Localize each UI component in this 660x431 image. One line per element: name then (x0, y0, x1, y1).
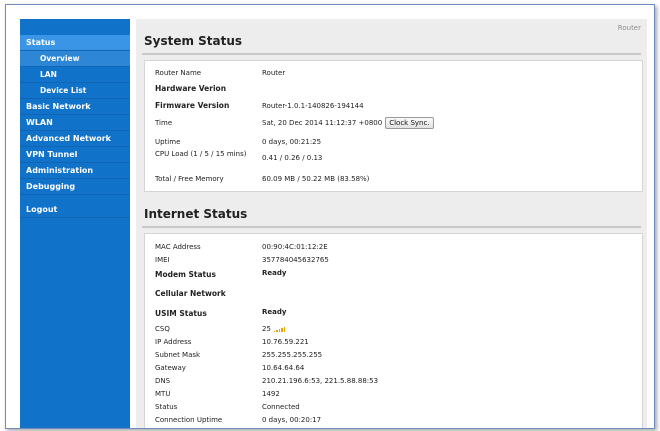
cellular-network-label: Cellular Network (155, 289, 226, 298)
time-value-wrap: Sat, 20 Dec 2014 11:12:37 +0800 Clock Syn… (262, 117, 434, 129)
clock-sync-button[interactable]: Clock Sync. (385, 117, 434, 129)
imei-value: 357784045632765 (262, 256, 329, 264)
mtu-label: MTU (155, 390, 171, 398)
internet-status-divider (142, 226, 641, 228)
mac-address-label: MAC Address (155, 243, 201, 251)
subnet-mask-value: 255.255.255.255 (262, 351, 323, 359)
memory-value: 60.09 MB / 50.22 MB (83.58%) (262, 175, 370, 183)
system-status-title: System Status (144, 34, 243, 48)
sidebar-item-overview[interactable]: Overview (20, 51, 130, 67)
internet-status-title: Internet Status (144, 207, 248, 221)
system-status-card: Router Name Router Hardware Verion Firmw… (144, 60, 643, 192)
status-label: Status (155, 403, 178, 411)
gateway-value: 10.64.64.64 (262, 364, 305, 372)
imei-label: IMEI (155, 256, 170, 264)
dns-value: 210.21.196.6:53, 221.5.88.88:53 (262, 377, 379, 385)
sidebar: Status Overview LAN Device List Basic Ne… (20, 19, 130, 428)
uptime-label: Uptime (155, 138, 181, 146)
sidebar-item-device-list[interactable]: Device List (20, 83, 130, 99)
time-label: Time (155, 119, 173, 127)
time-value: Sat, 20 Dec 2014 11:12:37 +0800 (262, 119, 383, 127)
csq-label: CSQ (155, 325, 170, 333)
router-tag: Router (617, 24, 641, 32)
ip-address-value: 10.76.59.221 (262, 338, 309, 346)
router-name-value: Router (262, 69, 286, 77)
system-status-divider (142, 53, 641, 55)
subnet-mask-label: Subnet Mask (155, 351, 201, 359)
csq-value: 25 (262, 325, 271, 333)
modem-status-label: Modem Status (155, 270, 216, 279)
connection-uptime-label: Connection Uptime (155, 416, 223, 424)
usim-status-value: Ready (262, 308, 287, 316)
dns-label: DNS (155, 377, 171, 385)
sidebar-item-lan[interactable]: LAN (20, 67, 130, 83)
window-frame: Status Overview LAN Device List Basic Ne… (5, 4, 655, 429)
mac-address-value: 00:90:4C:01:12:2E (262, 243, 328, 251)
sidebar-item-basic-network[interactable]: Basic Network (20, 99, 130, 115)
cpu-load-label: CPU Load (1 / 5 / 15 mins) (155, 150, 247, 158)
internet-status-card: MAC Address 00:90:4C:01:12:2E IMEI 35778… (144, 233, 643, 428)
router-name-label: Router Name (155, 69, 202, 77)
cpu-load-value: 0.41 / 0.26 / 0.13 (262, 154, 323, 162)
firmware-version-label: Firmware Version (155, 101, 230, 110)
usim-status-label: USIM Status (155, 309, 207, 318)
gateway-label: Gateway (155, 364, 186, 372)
uptime-value: 0 days, 00:21:25 (262, 138, 322, 146)
signal-bars-icon (273, 326, 286, 332)
logout-link[interactable]: Logout (20, 202, 130, 218)
sidebar-item-debugging[interactable]: Debugging (20, 179, 130, 195)
sidebar-item-status[interactable]: Status (20, 35, 130, 51)
sidebar-item-vpn-tunnel[interactable]: VPN Tunnel (20, 147, 130, 163)
sidebar-item-advanced-network[interactable]: Advanced Network (20, 131, 130, 147)
firmware-version-value: Router-1.0.1-140826-194144 (262, 102, 364, 110)
ip-address-label: IP Address (155, 338, 192, 346)
connection-uptime-value: 0 days, 00:20:17 (262, 416, 322, 424)
status-value: Connected (262, 403, 300, 411)
sidebar-nav: Status Overview LAN Device List Basic Ne… (20, 35, 130, 218)
sidebar-item-administration[interactable]: Administration (20, 163, 130, 179)
hardware-version-label: Hardware Verion (155, 84, 227, 93)
modem-status-value: Ready (262, 269, 287, 277)
main-content: Router System Status Router Name Router … (136, 19, 647, 428)
sidebar-item-wlan[interactable]: WLAN (20, 115, 130, 131)
mtu-value: 1492 (262, 390, 280, 398)
csq-value-wrap: 25 (262, 325, 286, 333)
memory-label: Total / Free Memory (155, 175, 224, 183)
